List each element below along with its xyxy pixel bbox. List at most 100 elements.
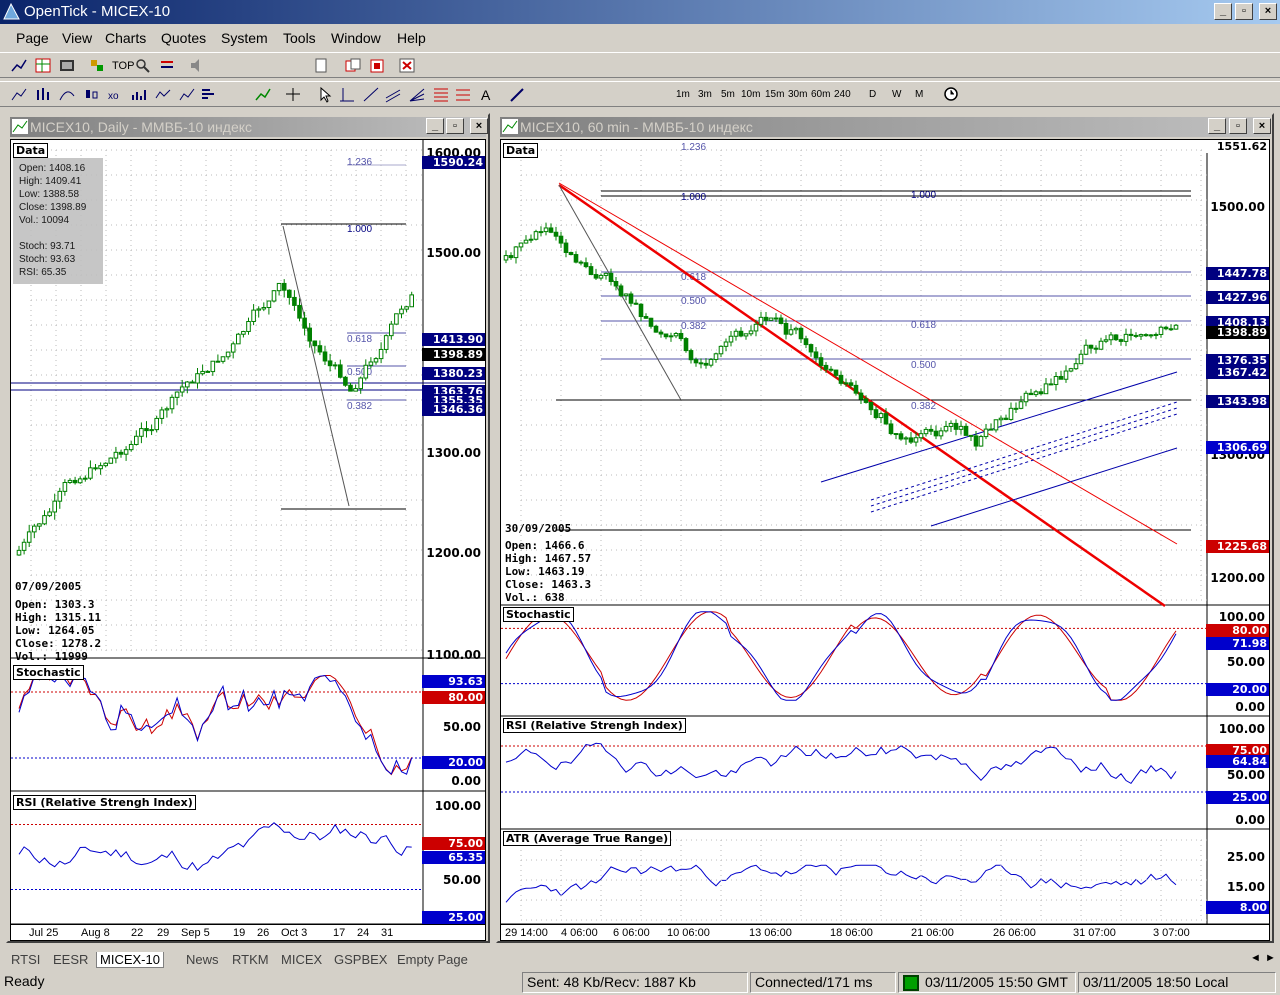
- daily-minimize-button[interactable]: _: [426, 118, 444, 134]
- menu-tools[interactable]: Tools: [283, 30, 316, 46]
- volume-icon[interactable]: [130, 86, 148, 103]
- tf-d[interactable]: D: [869, 89, 876, 100]
- indicator-icon[interactable]: [154, 86, 172, 103]
- filter-icon[interactable]: [158, 57, 176, 74]
- hover-rsi: RSI: 65.35: [19, 267, 67, 278]
- hourly-stoch-tick: 0.00: [1235, 700, 1265, 714]
- curve-icon[interactable]: [58, 86, 76, 103]
- hourly-chart-svg[interactable]: 1.2361.0001.0000.6180.5000.3820.6180.500…: [501, 140, 1269, 940]
- toolbar-main: TOP: [0, 52, 1280, 78]
- tf-1m[interactable]: 1m: [676, 89, 690, 100]
- tab-eesr[interactable]: EESR: [50, 952, 91, 967]
- candle-body: [378, 348, 384, 360]
- daily-maximize-button[interactable]: ▫: [446, 118, 464, 134]
- histogram-icon[interactable]: [200, 86, 218, 103]
- xlabel: 4 06:00: [561, 927, 598, 939]
- channel-icon[interactable]: [384, 86, 402, 103]
- menu-window[interactable]: Window: [331, 30, 381, 46]
- pointer-icon[interactable]: [316, 86, 334, 103]
- tf-240[interactable]: 240: [834, 89, 851, 100]
- tf-15m[interactable]: 15m: [765, 89, 784, 100]
- paste-page-icon[interactable]: [368, 57, 386, 74]
- trendline-icon[interactable]: [362, 86, 380, 103]
- fib-label: 1.236: [681, 142, 706, 153]
- tab-rtkm[interactable]: RTKM: [229, 952, 272, 967]
- tools-icon[interactable]: [88, 57, 106, 74]
- candle-body: [913, 437, 919, 443]
- clock-icon[interactable]: [942, 86, 960, 103]
- new-page-icon[interactable]: [312, 57, 330, 74]
- xlabel: Jul 25: [29, 927, 59, 939]
- hourly-maximize-button[interactable]: ▫: [1229, 118, 1247, 134]
- candle-body: [169, 396, 175, 410]
- daily-close-button[interactable]: ×: [470, 118, 488, 134]
- tab-gspbex[interactable]: GSPBEX: [331, 952, 390, 967]
- menu-view[interactable]: View: [62, 30, 92, 46]
- fan-icon[interactable]: [408, 86, 426, 103]
- study-icon[interactable]: [178, 86, 196, 103]
- crosshair-icon[interactable]: [284, 86, 302, 103]
- menu-help[interactable]: Help: [397, 30, 426, 46]
- tf-w[interactable]: W: [892, 89, 901, 100]
- menu-bar: Page View Charts Quotes System Tools Win…: [0, 26, 1280, 50]
- maximize-button[interactable]: ▫: [1235, 3, 1253, 20]
- candle-body: [988, 428, 994, 431]
- line-chart-icon[interactable]: [10, 57, 28, 74]
- candle-body: [1173, 324, 1179, 330]
- bar-icon[interactable]: [34, 86, 52, 103]
- hourly-minimize-button[interactable]: _: [1208, 118, 1226, 134]
- candle-body: [358, 377, 363, 390]
- candle-body: [928, 428, 934, 432]
- draw-icon[interactable]: [508, 86, 526, 103]
- sound-icon[interactable]: [188, 57, 206, 74]
- tf-5m[interactable]: 5m: [721, 89, 735, 100]
- menu-quotes[interactable]: Quotes: [161, 30, 206, 46]
- point-figure-icon[interactable]: xo: [106, 86, 124, 103]
- daily-window-titlebar[interactable]: MICEX10, Daily - ММВБ-10 индекс _ ▫ ×: [10, 117, 488, 137]
- menu-page[interactable]: Page: [16, 30, 49, 46]
- tab-empty-page[interactable]: Empty Page: [394, 952, 471, 967]
- tab-rtsi[interactable]: RTSI: [8, 952, 43, 967]
- daily-chart-area[interactable]: 1.236 1.000 0.618 0.500 0.382 Data Open: 140…: [10, 139, 486, 941]
- copy-page-icon[interactable]: [344, 57, 362, 74]
- minimize-button[interactable]: _: [1214, 3, 1232, 20]
- line-icon[interactable]: [10, 86, 28, 103]
- hourly-data-label: Data: [503, 143, 539, 158]
- daily-ytick: 1500.00: [426, 246, 481, 260]
- tab-news[interactable]: News: [183, 952, 222, 967]
- menu-charts[interactable]: Charts: [105, 30, 146, 46]
- candle-body: [798, 327, 804, 340]
- chart-add-icon[interactable]: [254, 86, 272, 103]
- search-icon[interactable]: [134, 57, 152, 74]
- close-page-icon[interactable]: [398, 57, 416, 74]
- xlabel: Sep 5: [181, 927, 210, 939]
- top-button[interactable]: TOP: [112, 60, 134, 72]
- close-button[interactable]: ×: [1259, 3, 1277, 20]
- news-icon[interactable]: [58, 57, 76, 74]
- tab-micex[interactable]: MICEX: [278, 952, 325, 967]
- tab-micex-10[interactable]: MICEX-10: [96, 952, 164, 968]
- text-tool-icon[interactable]: A: [478, 86, 496, 103]
- fib-retrace-icon[interactable]: [454, 86, 472, 103]
- menu-system[interactable]: System: [221, 30, 268, 46]
- hourly-close-button[interactable]: ×: [1253, 118, 1271, 134]
- hourly-chart-area[interactable]: 1.2361.0001.0000.6180.5000.3820.6180.500…: [500, 139, 1270, 941]
- red-trendline-thin: [558, 182, 1178, 545]
- price-box: 1225.68: [1206, 540, 1269, 553]
- fibonacci-icon[interactable]: [432, 86, 450, 103]
- tf-60m[interactable]: 60m: [811, 89, 830, 100]
- tab-scroll-left-icon[interactable]: ◄: [1250, 952, 1261, 964]
- vertical-line-icon[interactable]: [338, 86, 356, 103]
- tf-3m[interactable]: 3m: [698, 89, 712, 100]
- bar-close: Close: 1463.3: [505, 578, 592, 591]
- hourly-window-titlebar[interactable]: MICEX10, 60 min - ММВБ-10 индекс _ ▫ ×: [500, 117, 1271, 137]
- tf-30m[interactable]: 30m: [788, 89, 807, 100]
- hourly-rsi-tick: 0.00: [1235, 813, 1265, 827]
- tf-m[interactable]: M: [915, 89, 923, 100]
- candle-icon[interactable]: [82, 86, 100, 103]
- table-icon[interactable]: [34, 57, 52, 74]
- candle-body: [210, 360, 216, 373]
- tab-scroll-right-icon[interactable]: ►: [1265, 952, 1276, 964]
- price-box: 1343.98: [1206, 395, 1269, 408]
- tf-10m[interactable]: 10m: [741, 89, 760, 100]
